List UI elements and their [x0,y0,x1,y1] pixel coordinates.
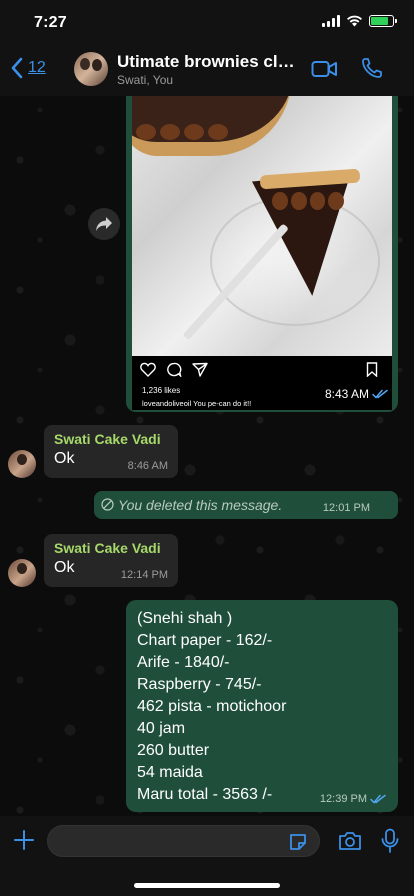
phone-icon[interactable] [360,56,384,80]
bookmark-icon [366,362,378,377]
message-line: 462 pista - motichoor [137,698,287,715]
pecans-top [136,124,228,140]
cellular-signal-icon [322,15,340,27]
pie-slice [252,171,364,301]
timestamp-text: 8:43 AM [324,387,369,401]
deleted-message[interactable]: You deleted this message. 12:01 PM [94,491,398,519]
heart-icon [140,362,156,377]
instagram-action-bar: 1,236 likes loveandoliveoil You pe-can d… [132,356,392,410]
pecans [272,192,344,212]
double-tick-icon [372,389,388,399]
message-input[interactable] [47,825,320,857]
sticker-icon[interactable] [288,832,308,852]
incoming-message[interactable]: Swati Cake Vadi Ok 8:46 AM [44,425,178,478]
comment-icon [167,362,182,377]
sender-avatar[interactable] [8,559,36,587]
message-line: 260 butter [137,742,210,759]
chat-title[interactable]: Utimate brownies clas... [117,52,303,72]
home-indicator[interactable] [134,883,280,888]
chevron-left-icon [11,57,23,79]
back-button[interactable]: 12 [10,57,46,79]
message-timestamp: 8:43 AM [325,387,388,401]
message-timestamp: 8:46 AM [127,460,168,472]
blocked-icon [101,498,114,511]
wifi-icon [347,15,362,27]
post-caption: loveandoliveoil You pe-can do it!! [142,399,252,408]
timestamp-text: 12:39 PM [319,793,367,805]
image-message[interactable]: 1,236 likes loveandoliveoil You pe-can d… [126,96,398,412]
group-avatar[interactable] [74,52,108,86]
status-time: 7:27 [34,14,67,31]
message-line: 54 maida [137,764,203,781]
forward-button[interactable] [88,208,120,240]
forward-arrow-icon [96,217,112,231]
status-bar: 7:27 [0,0,414,44]
status-icons [322,15,397,27]
instagram-icons [140,362,208,377]
battery-icon [369,15,397,27]
incoming-message[interactable]: Swati Cake Vadi Ok 12:14 PM [44,534,178,587]
message-line: Arife - 1840/- [137,654,230,671]
chat-header: 12 Utimate brownies clas... Swati, You [0,44,414,96]
unread-count: 12 [28,59,46,76]
likes-count: 1,236 likes [142,386,181,395]
sender-name[interactable]: Swati Cake Vadi [54,540,168,556]
camera-icon[interactable] [338,830,362,852]
plus-icon[interactable] [12,828,36,852]
message-line: Chart paper - 162/- [137,632,273,649]
chat-participants: Swati, You [117,73,174,87]
message-input-bar [0,816,414,896]
message-timestamp: 12:39 PM [320,793,386,805]
outgoing-message[interactable]: (Snehi shah ) Chart paper - 162/- Arife … [126,600,398,812]
sender-avatar[interactable] [8,450,36,478]
message-timestamp: 12:14 PM [120,569,168,581]
message-line: (Snehi shah ) [137,610,233,627]
sender-name[interactable]: Swati Cake Vadi [54,431,168,447]
brownie-pie-photo[interactable] [132,96,392,356]
video-call-icon[interactable] [311,59,338,79]
double-tick-icon [370,794,386,804]
share-icon [192,362,208,377]
microphone-icon[interactable] [380,828,400,854]
message-timestamp: 12:01 PM [322,502,370,514]
message-line: 40 jam [137,720,186,737]
message-line: Raspberry - 745/- [137,676,262,693]
deleted-message-text: You deleted this message. [118,497,283,513]
